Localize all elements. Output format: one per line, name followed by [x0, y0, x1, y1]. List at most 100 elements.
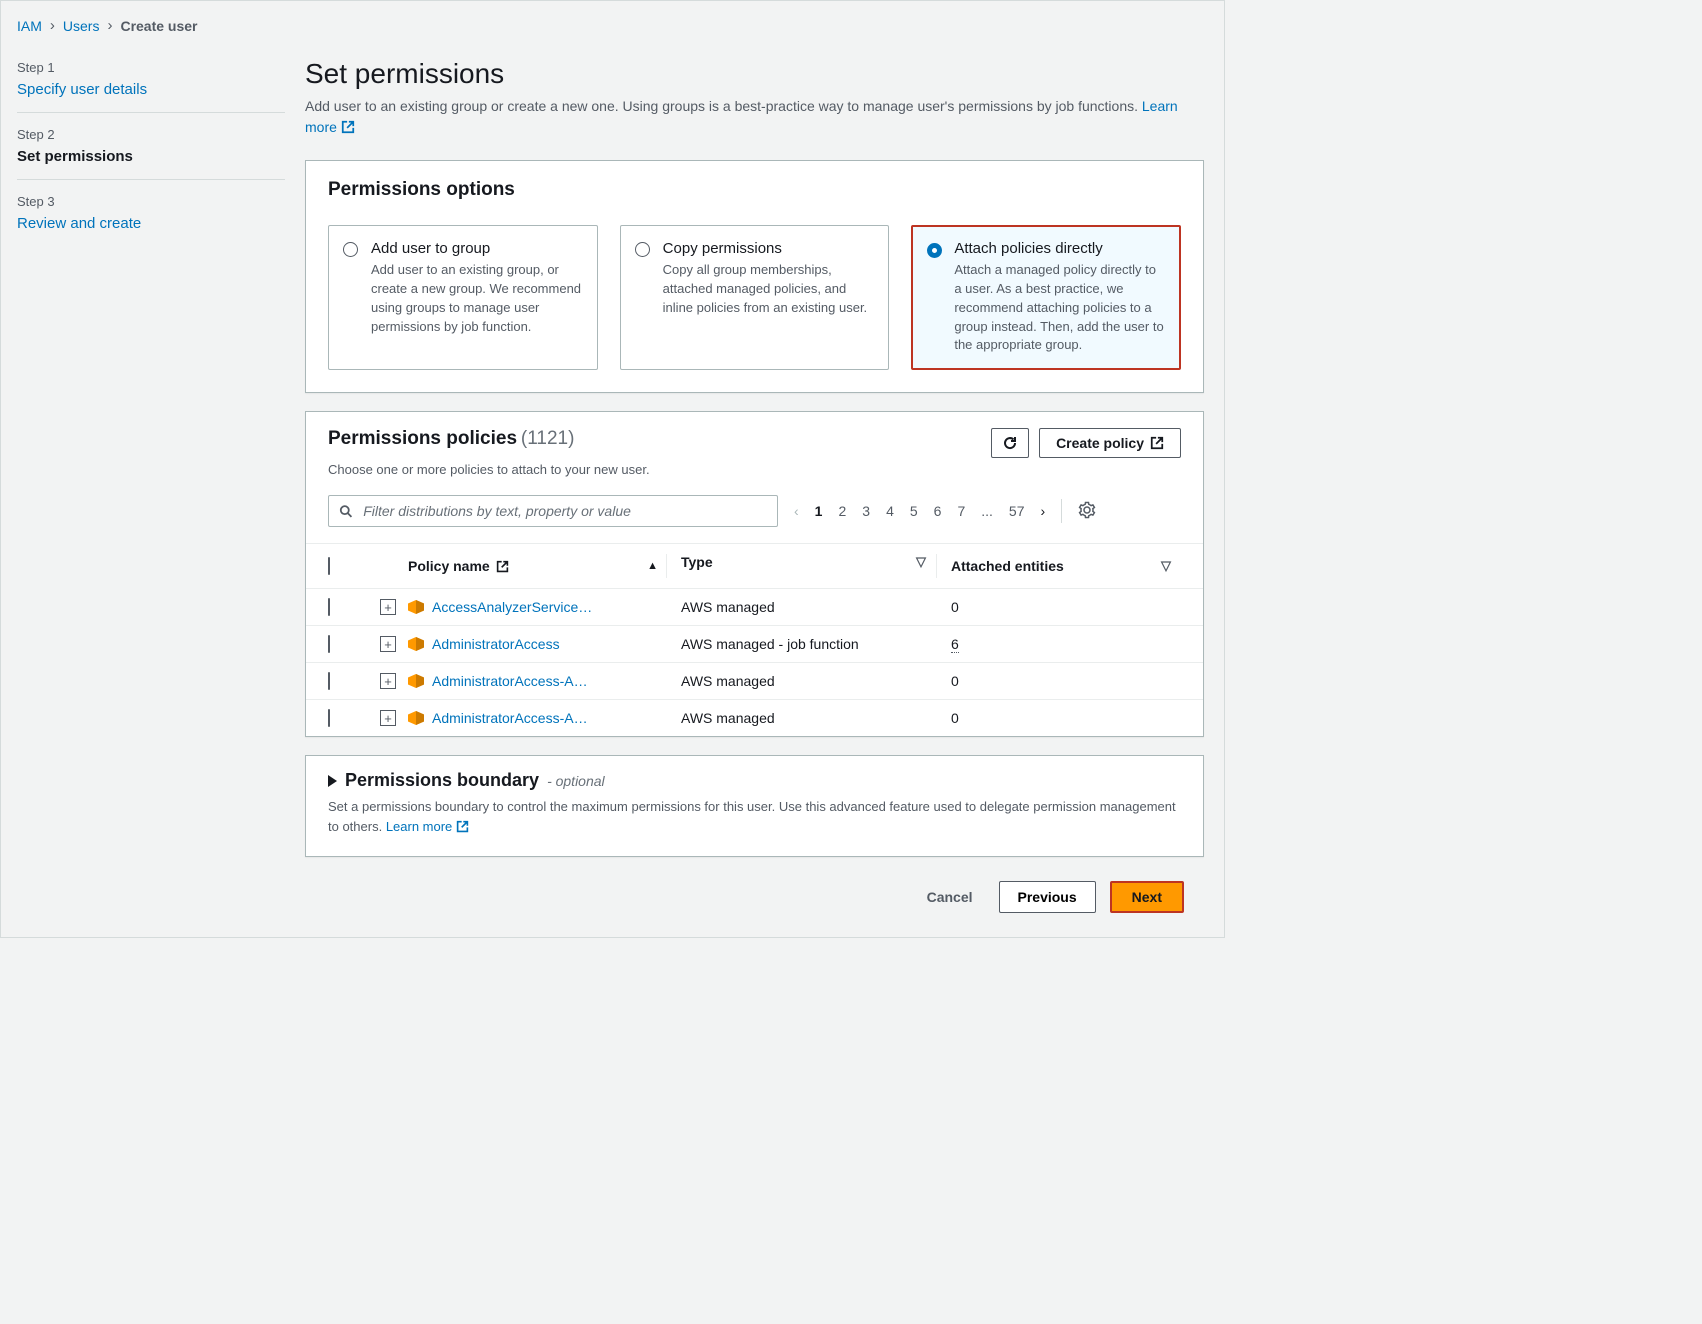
step-3-title[interactable]: Review and create — [17, 215, 285, 232]
step-2: Step 2 Set permissions — [17, 113, 285, 180]
wizard-step-sidebar: Step 1 Specify user details Step 2 Set p… — [1, 38, 301, 254]
page-ellipsis: ... — [981, 503, 993, 519]
page-next-button[interactable]: › — [1041, 503, 1046, 519]
row-type: AWS managed — [681, 599, 951, 615]
col-policy-name[interactable]: Policy name — [408, 558, 509, 574]
step-1-label: Step 1 — [17, 60, 285, 75]
row-checkbox[interactable] — [328, 672, 330, 690]
page-6[interactable]: 6 — [934, 503, 942, 519]
col-type[interactable]: Type — [681, 554, 713, 578]
policy-icon — [408, 674, 424, 688]
page-prev-button[interactable]: ‹ — [794, 503, 799, 519]
policy-table: Policy name ▲ Type ▽ — [306, 544, 1203, 736]
table-row: + AdministratorAccess-A… AWS managed 0 — [306, 663, 1203, 700]
row-entities: 0 — [951, 710, 1181, 726]
refresh-button[interactable] — [991, 428, 1029, 458]
page-2[interactable]: 2 — [838, 503, 846, 519]
policy-icon — [408, 600, 424, 614]
radio-checked-icon[interactable] — [927, 243, 942, 258]
page-1[interactable]: 1 — [815, 503, 823, 519]
option-copy-permissions-title: Copy permissions — [663, 240, 875, 257]
breadcrumb-current: Create user — [120, 18, 197, 34]
row-entities: 0 — [951, 673, 1181, 689]
gear-icon — [1078, 501, 1096, 519]
step-2-label: Step 2 — [17, 127, 285, 142]
step-1-title[interactable]: Specify user details — [17, 81, 285, 98]
step-2-title: Set permissions — [17, 148, 285, 165]
chevron-right-icon: › — [107, 17, 112, 34]
policy-icon — [408, 637, 424, 651]
page-3[interactable]: 3 — [862, 503, 870, 519]
filter-icon[interactable]: ▽ — [1161, 558, 1171, 574]
col-attached-entities[interactable]: Attached entities — [951, 558, 1064, 574]
page-4[interactable]: 4 — [886, 503, 894, 519]
row-checkbox[interactable] — [328, 598, 330, 616]
external-link-icon — [456, 819, 469, 839]
policy-search-field[interactable] — [328, 495, 778, 527]
policy-search-input[interactable] — [361, 502, 767, 520]
cancel-button[interactable]: Cancel — [915, 881, 985, 913]
expand-button[interactable]: + — [380, 636, 396, 652]
chevron-right-icon: › — [50, 17, 55, 34]
external-link-icon — [341, 119, 355, 140]
option-add-to-group[interactable]: Add user to group Add user to an existin… — [328, 225, 598, 370]
page-7[interactable]: 7 — [957, 503, 965, 519]
row-type: AWS managed - job function — [681, 636, 951, 652]
row-checkbox[interactable] — [328, 709, 330, 727]
option-attach-policies-desc: Attach a managed policy directly to a us… — [954, 261, 1166, 355]
policy-link[interactable]: AdministratorAccess-A… — [432, 710, 588, 726]
permissions-boundary-panel: Permissions boundary - optional Set a pe… — [305, 755, 1204, 857]
optional-label: - optional — [547, 773, 605, 789]
previous-button[interactable]: Previous — [999, 881, 1096, 913]
option-attach-policies-title: Attach policies directly — [954, 240, 1166, 257]
filter-icon[interactable]: ▽ — [916, 554, 926, 578]
policy-link[interactable]: AdministratorAccess-A… — [432, 673, 588, 689]
row-checkbox[interactable] — [328, 635, 330, 653]
step-1: Step 1 Specify user details — [17, 46, 285, 113]
row-type: AWS managed — [681, 710, 951, 726]
refresh-icon — [1002, 435, 1018, 451]
boundary-learn-more-link[interactable]: Learn more — [386, 819, 469, 834]
breadcrumb-iam[interactable]: IAM — [17, 18, 42, 34]
permissions-policies-count: (1121) — [521, 428, 575, 449]
option-copy-permissions[interactable]: Copy permissions Copy all group membersh… — [620, 225, 890, 370]
radio-unchecked-icon[interactable] — [635, 242, 650, 257]
create-policy-button[interactable]: Create policy — [1039, 428, 1181, 458]
breadcrumb-users[interactable]: Users — [63, 18, 100, 34]
page-last[interactable]: 57 — [1009, 503, 1025, 519]
select-all-checkbox[interactable] — [328, 557, 330, 575]
row-type: AWS managed — [681, 673, 951, 689]
option-add-to-group-desc: Add user to an existing group, or create… — [371, 261, 583, 336]
paginator: ‹ 1 2 3 4 5 6 7 ... 57 › — [794, 503, 1045, 519]
sort-asc-icon[interactable]: ▲ — [647, 560, 658, 572]
table-row: + AdministratorAccess-A… AWS managed 0 — [306, 700, 1203, 736]
expand-button[interactable]: + — [380, 710, 396, 726]
option-attach-policies[interactable]: Attach policies directly Attach a manage… — [911, 225, 1181, 370]
page-5[interactable]: 5 — [910, 503, 918, 519]
expand-button[interactable]: + — [380, 673, 396, 689]
permissions-options-panel: Permissions options Add user to group Ad… — [305, 160, 1204, 393]
permissions-options-title: Permissions options — [306, 161, 1203, 205]
policy-icon — [408, 711, 424, 725]
expand-triangle-icon[interactable] — [328, 775, 337, 787]
step-3: Step 3 Review and create — [17, 180, 285, 246]
option-copy-permissions-desc: Copy all group memberships, attached man… — [663, 261, 875, 318]
search-icon — [339, 504, 353, 519]
permissions-boundary-desc: Set a permissions boundary to control th… — [328, 797, 1181, 838]
next-button[interactable]: Next — [1110, 881, 1184, 913]
table-header-row: Policy name ▲ Type ▽ — [306, 544, 1203, 589]
settings-button[interactable] — [1078, 501, 1096, 522]
expand-button[interactable]: + — [380, 599, 396, 615]
radio-unchecked-icon[interactable] — [343, 242, 358, 257]
permissions-policies-panel: Permissions policies (1121) Create polic… — [305, 411, 1204, 737]
table-row: + AccessAnalyzerService… AWS managed 0 — [306, 589, 1203, 626]
external-link-icon — [496, 560, 509, 573]
policy-link[interactable]: AccessAnalyzerService… — [432, 599, 592, 615]
option-add-to-group-title: Add user to group — [371, 240, 583, 257]
permissions-boundary-title: Permissions boundary — [345, 770, 539, 791]
wizard-footer: Cancel Previous Next — [305, 875, 1204, 917]
policy-link[interactable]: AdministratorAccess — [432, 636, 560, 652]
page-title: Set permissions — [305, 58, 1204, 90]
divider — [1061, 499, 1062, 523]
step-3-label: Step 3 — [17, 194, 285, 209]
